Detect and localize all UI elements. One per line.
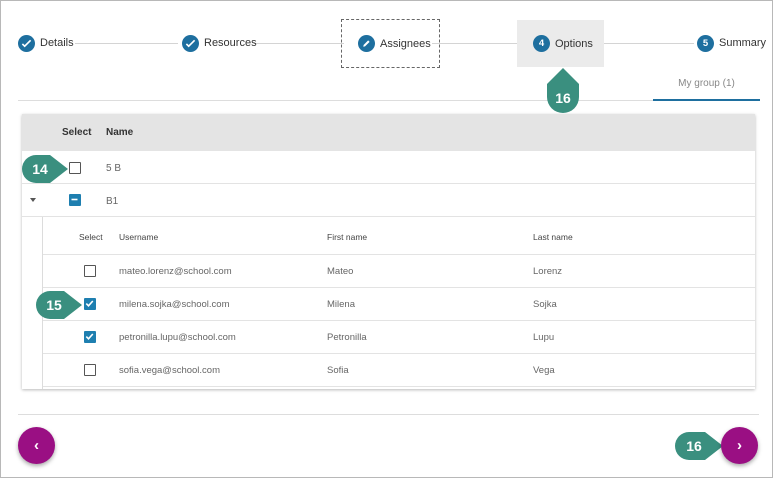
callout-badge: 15 (36, 291, 82, 319)
tab-my-group[interactable]: My group (1) (653, 74, 760, 101)
group-checkbox[interactable] (69, 162, 81, 174)
stepper-connector (594, 43, 694, 44)
column-header-first-name: First name (327, 232, 368, 242)
stepper-connector (254, 43, 344, 44)
column-header-select: Select (79, 232, 103, 242)
table-header: Select Name (22, 114, 755, 151)
check-icon (182, 34, 199, 52)
group-name: 5 B (106, 163, 122, 174)
table-row[interactable]: mateo.lorenz@school.com Mateo Lorenz (43, 255, 756, 288)
previous-button[interactable]: ‹ (18, 427, 55, 464)
first-name: Sofia (327, 365, 349, 376)
step-number: 5 (697, 34, 714, 52)
callout-number: 16 (686, 438, 702, 454)
step-label: Resources (204, 37, 257, 49)
callout-number: 16 (555, 89, 571, 106)
table-row[interactable]: sofia.vega@school.com Sofia Vega (43, 354, 756, 387)
expand-caret-icon[interactable] (30, 198, 36, 202)
username: petronilla.lupu@school.com (119, 332, 236, 343)
last-name: Lorenz (533, 266, 563, 277)
username: milena.sojka@school.com (119, 299, 230, 310)
step-label: Options (555, 37, 593, 50)
stepper-connector (432, 43, 528, 44)
step-details[interactable]: Details (18, 33, 74, 53)
last-name: Vega (533, 365, 555, 376)
last-name: Lupu (533, 332, 555, 343)
username: mateo.lorenz@school.com (119, 266, 232, 277)
user-checkbox[interactable] (84, 265, 96, 277)
step-label: Assignees (380, 37, 431, 50)
first-name: Petronilla (327, 332, 367, 343)
next-button[interactable]: › (721, 427, 758, 464)
step-resources[interactable]: Resources (182, 33, 257, 53)
first-name: Mateo (327, 266, 354, 277)
subtable: Select Username First name Last name mat… (42, 217, 756, 389)
pencil-icon (358, 35, 375, 52)
column-header-select: Select (62, 127, 92, 138)
footer-divider (18, 414, 759, 415)
step-assignees[interactable]: Assignees (341, 19, 440, 68)
group-name: B1 (106, 196, 119, 207)
stepper-connector (75, 43, 178, 44)
check-icon (18, 34, 35, 52)
column-header-last-name: Last name (533, 232, 573, 242)
step-label: Summary (719, 37, 767, 49)
user-checkbox-checked[interactable] (84, 298, 96, 310)
column-header-name: Name (106, 127, 134, 138)
callout-number: 14 (32, 161, 48, 177)
step-summary[interactable]: 5 Summary (697, 33, 766, 53)
username: sofia.vega@school.com (119, 365, 220, 376)
last-name: Sojka (533, 299, 557, 310)
group-checkbox-indeterminate[interactable] (69, 194, 81, 206)
tabs-divider (18, 100, 759, 101)
step-number: 4 (533, 35, 550, 52)
user-checkbox-checked[interactable] (84, 331, 96, 343)
table-row[interactable]: B1 (22, 184, 755, 217)
callout-number: 15 (46, 297, 62, 313)
table-row[interactable]: petronilla.lupu@school.com Petronilla Lu… (43, 321, 756, 354)
first-name: Milena (327, 299, 355, 310)
step-label: Details (40, 37, 74, 49)
callout-badge: 14 (22, 155, 68, 183)
column-header-username: Username (119, 232, 159, 242)
table-row[interactable]: milena.sojka@school.com Milena Sojka (43, 288, 756, 321)
user-checkbox[interactable] (84, 364, 96, 376)
table-row[interactable]: 5 B (22, 151, 755, 184)
step-options[interactable]: 4 Options (517, 20, 604, 67)
callout-badge: 16 (547, 68, 579, 113)
callout-badge: 16 (675, 432, 723, 460)
subtable-header: Select Username First name Last name (43, 217, 756, 255)
groups-table: Select Name 5 B B1 Select Username First… (22, 114, 756, 389)
